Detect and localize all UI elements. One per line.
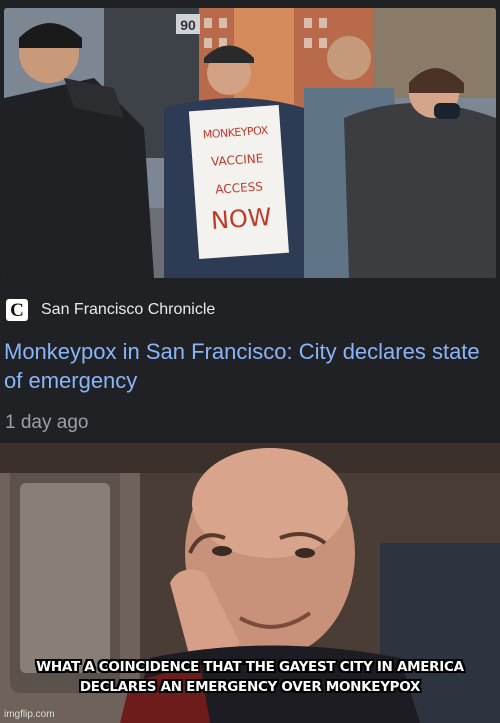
- imgflip-watermark: imgflip.com: [4, 709, 55, 720]
- news-card[interactable]: 90 MONKEYPOX VACCINE ACCESS NOW C San Fr…: [0, 0, 500, 443]
- source-name[interactable]: San Francisco Chronicle: [41, 301, 215, 319]
- building-number: 90: [180, 17, 196, 33]
- sign-line-4: NOW: [210, 202, 273, 235]
- sign-line-3: ACCESS: [214, 179, 264, 197]
- article-timestamp: 1 day ago: [5, 412, 89, 433]
- sign-line-2: VACCINE: [210, 151, 264, 169]
- protest-sign: MONKEYPOX VACCINE ACCESS NOW: [189, 113, 289, 259]
- news-photo[interactable]: 90 MONKEYPOX VACCINE ACCESS NOW: [4, 8, 496, 278]
- source-row[interactable]: C San Francisco Chronicle: [6, 297, 215, 323]
- sign-line-1: MONKEYPOX: [202, 123, 269, 142]
- chronicle-logo-icon: C: [6, 299, 28, 321]
- meme-caption: WHAT A COINCIDENCE THAT THE GAYEST CITY …: [36, 659, 464, 695]
- article-headline[interactable]: Monkeypox in San Francisco: City declare…: [4, 337, 494, 395]
